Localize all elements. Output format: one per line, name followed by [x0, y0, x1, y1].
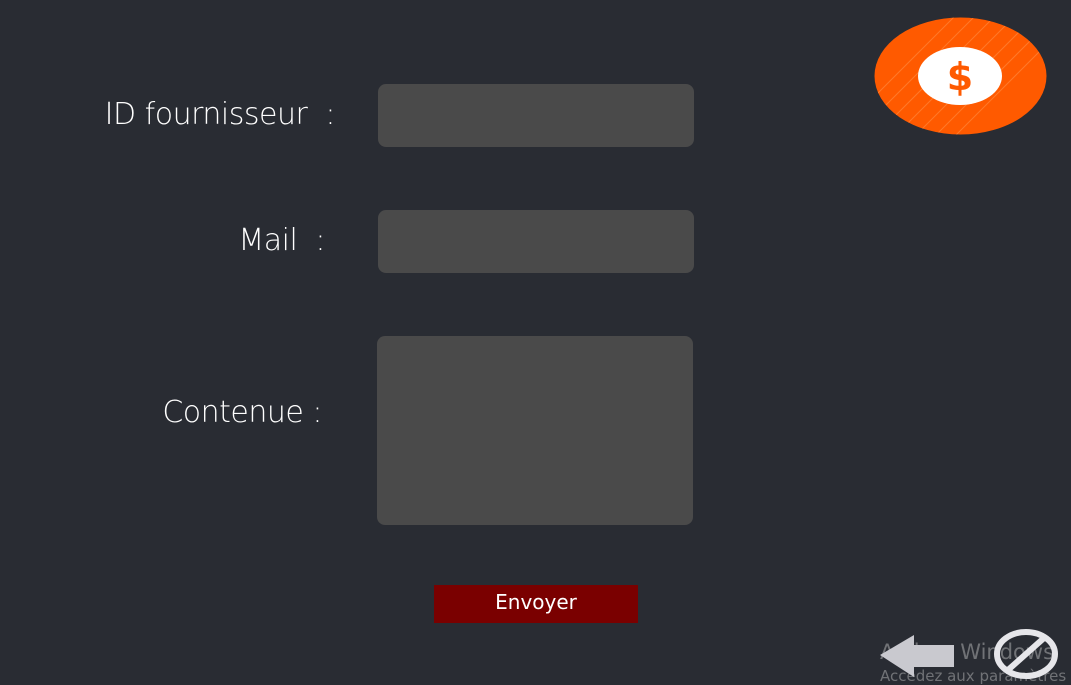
send-button[interactable]: Envoyer	[434, 585, 638, 623]
dollar-symbol: $	[947, 55, 973, 99]
content-textarea[interactable]	[377, 336, 693, 525]
left-arrow-icon	[880, 635, 954, 677]
mail-input[interactable]	[378, 210, 694, 273]
dollar-logo: $	[874, 17, 1047, 135]
prohibited-icon	[994, 629, 1058, 679]
dollar-icon: $	[874, 17, 1047, 135]
supplier-id-input[interactable]	[378, 84, 694, 147]
supplier-id-label: ID fournisseur :	[104, 97, 336, 132]
back-button[interactable]	[880, 635, 956, 681]
mail-label: Mail :	[238, 223, 325, 258]
cancel-button[interactable]	[994, 627, 1060, 681]
content-label: Contenue :	[162, 395, 322, 430]
